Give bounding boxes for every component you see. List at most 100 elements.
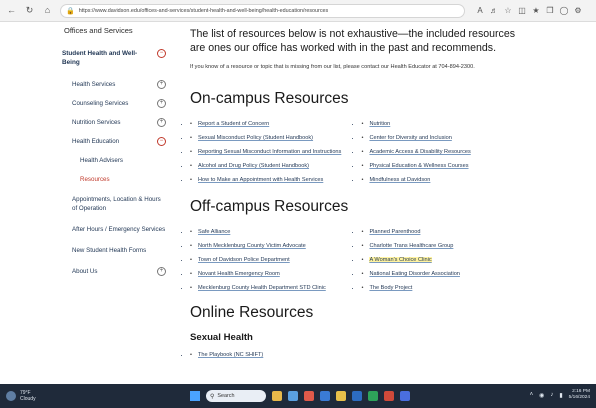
expand-icon[interactable]: + — [157, 267, 166, 276]
battery-icon[interactable]: ▮ — [559, 392, 562, 399]
resource-link[interactable]: Academic Access & Disability Resources — [369, 149, 470, 155]
list-item: The Body Project — [361, 284, 520, 292]
weather-desc: Cloudy — [20, 396, 36, 402]
list-item: Physical Education & Wellness Courses — [361, 162, 520, 170]
outlook-icon[interactable] — [400, 391, 410, 401]
sidebar-item-label: Health Education — [72, 138, 120, 145]
sidebar-item-label: Health Services — [72, 81, 116, 88]
toolbar-icons: A ♬ ☆ ◫ ★ ❒ ◯ ⚙ — [473, 6, 585, 15]
resource-link[interactable]: Mecklenburg County Health Department STD… — [198, 285, 326, 291]
resource-link[interactable]: How to Make an Appointment with Health S… — [198, 177, 323, 183]
list-item: Alcohol and Drug Policy (Student Handboo… — [190, 162, 361, 170]
expand-icon[interactable]: + — [157, 80, 166, 89]
resource-link[interactable]: Sexual Misconduct Policy (Student Handbo… — [198, 135, 313, 141]
font-size-icon[interactable]: A — [473, 6, 487, 15]
chevron-up-icon[interactable]: ˄ — [530, 392, 534, 398]
profile-icon[interactable]: ◯ — [557, 6, 571, 15]
sidebar-title[interactable]: Offices and Services — [64, 26, 166, 35]
off-campus-right-column: Planned Parenthood Charlotte Trans Healt… — [361, 228, 520, 298]
resource-link[interactable]: Novant Health Emergency Room — [198, 271, 280, 277]
taskbar: 79°F Cloudy ⚲ Search ˄ ◉ ♪ ▮ 2:16 PM 5/1… — [0, 384, 596, 408]
refresh-icon[interactable]: ↻ — [23, 4, 36, 17]
sidebar-item-new-student-forms[interactable]: New Student Health Forms — [62, 240, 166, 261]
list-item: Reporting Sexual Misconduct Information … — [190, 148, 361, 156]
expand-icon[interactable]: + — [157, 118, 166, 127]
edge-icon[interactable] — [320, 391, 330, 401]
list-item: Sexual Misconduct Policy (Student Handbo… — [190, 134, 361, 142]
list-item-highlighted: A Woman's Choice Clinic — [361, 256, 520, 264]
sidebar-item-health-education[interactable]: Health Education − — [62, 132, 166, 151]
wifi-icon[interactable]: ◉ — [539, 392, 544, 399]
list-item: Report a Student of Concern — [190, 120, 361, 128]
sidebar-item-label: Counseling Services — [72, 100, 129, 107]
weather-widget[interactable]: 79°F Cloudy — [6, 390, 86, 402]
resource-link[interactable]: Alcohol and Drug Policy (Student Handboo… — [198, 163, 309, 169]
online-list: The Playbook (NC SHIFT) — [190, 351, 520, 365]
browser-toolbar: ← ↻ ⌂ 🔒 https://www.davidson.edu/offices… — [0, 0, 596, 22]
resource-link[interactable]: Charlotte Trans Healthcare Group — [369, 243, 453, 249]
on-campus-list: Report a Student of Concern Sexual Misco… — [190, 120, 520, 190]
excel-icon[interactable] — [368, 391, 378, 401]
resource-link[interactable]: Safe Alliance — [198, 229, 230, 235]
cloud-icon — [6, 391, 16, 401]
lock-icon: 🔒 — [66, 7, 75, 15]
read-aloud-icon[interactable]: ♬ — [487, 6, 501, 15]
clock[interactable]: 2:16 PM 5/16/2024 — [569, 389, 590, 401]
home-icon[interactable]: ⌂ — [41, 4, 54, 17]
resource-link[interactable]: The Body Project — [369, 285, 412, 291]
sidebar-item-health-services[interactable]: Health Services + — [62, 75, 166, 94]
resource-link[interactable]: Report a Student of Concern — [198, 121, 269, 127]
favorite-icon[interactable]: ☆ — [501, 6, 515, 15]
extensions-icon[interactable]: ⚙ — [571, 6, 585, 15]
collapse-icon[interactable]: − — [157, 137, 166, 146]
resource-link[interactable]: Center for Diversity and Inclusion — [369, 135, 451, 141]
list-item: Mindfulness at Davidson — [361, 176, 520, 184]
collapse-icon[interactable]: − — [157, 49, 166, 58]
off-campus-list: Safe Alliance North Mecklenburg County V… — [190, 228, 520, 298]
intro-text: The list of resources below is not exhau… — [190, 28, 516, 54]
resource-link[interactable]: National Eating Disorder Association — [369, 271, 459, 277]
file-explorer-icon[interactable] — [288, 391, 298, 401]
sidebar-item-about-us[interactable]: About Us + — [62, 261, 166, 282]
sexual-health-heading: Sexual Health — [190, 332, 253, 343]
resource-link[interactable]: Reporting Sexual Misconduct Information … — [198, 149, 341, 155]
sidebar-item-counseling-services[interactable]: Counseling Services + — [62, 94, 166, 113]
resource-link[interactable]: North Mecklenburg County Victim Advocate — [198, 243, 306, 249]
back-icon[interactable]: ← — [5, 4, 18, 17]
list-item: Planned Parenthood — [361, 228, 520, 236]
sidebar-subitem-resources[interactable]: Resources — [62, 170, 166, 189]
resource-link[interactable]: Planned Parenthood — [369, 229, 420, 235]
sidebar-section-label: Student Health and Well-Being — [62, 50, 138, 66]
url-text: https://www.davidson.edu/offices-and-ser… — [78, 7, 329, 14]
resource-link[interactable]: Mindfulness at Davidson — [369, 177, 430, 183]
address-bar[interactable]: 🔒 https://www.davidson.edu/offices-and-s… — [60, 3, 465, 18]
list-item: Center for Diversity and Inclusion — [361, 134, 520, 142]
resource-link[interactable]: A Woman's Choice Clinic — [369, 257, 432, 263]
sidebar-item-appointments[interactable]: Appointments, Location & Hours of Operat… — [62, 189, 166, 219]
powerpoint-icon[interactable] — [384, 391, 394, 401]
expand-icon[interactable]: + — [157, 99, 166, 108]
resource-link[interactable]: The Playbook (NC SHIFT) — [198, 352, 263, 358]
volume-icon[interactable]: ♪ — [550, 392, 553, 398]
taskbar-search[interactable]: ⚲ Search — [206, 390, 266, 402]
contact-note: If you know of a resource or topic that … — [190, 64, 475, 70]
resource-link[interactable]: Town of Davidson Police Department — [198, 257, 290, 263]
windows-start-icon[interactable] — [190, 391, 200, 401]
sidebar-subitem-health-advisers[interactable]: Health Advisers — [62, 151, 166, 170]
sidebar-item-after-hours[interactable]: After Hours / Emergency Services — [62, 219, 166, 240]
sidebar-item-nutrition-services[interactable]: Nutrition Services + — [62, 113, 166, 132]
resource-link[interactable]: Nutrition — [369, 121, 390, 127]
favorites-bar-icon[interactable]: ★ — [529, 6, 543, 15]
word-icon[interactable] — [352, 391, 362, 401]
split-screen-icon[interactable]: ◫ — [515, 6, 529, 15]
collections-icon[interactable]: ❒ — [543, 6, 557, 15]
on-campus-right-column: Nutrition Center for Diversity and Inclu… — [361, 120, 520, 190]
list-item: Novant Health Emergency Room — [190, 270, 361, 278]
resource-link[interactable]: Physical Education & Wellness Courses — [369, 163, 468, 169]
folder-icon[interactable] — [336, 391, 346, 401]
widget-icon[interactable] — [272, 391, 282, 401]
chrome-icon[interactable] — [304, 391, 314, 401]
list-item: How to Make an Appointment with Health S… — [190, 176, 361, 184]
list-item: Safe Alliance — [190, 228, 361, 236]
sidebar-section-student-health[interactable]: Student Health and Well-Being − — [62, 49, 166, 67]
